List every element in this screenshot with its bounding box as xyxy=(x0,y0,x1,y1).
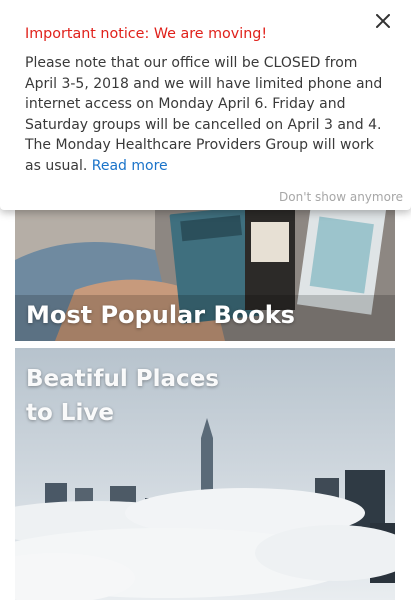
read-more-link[interactable]: Read more xyxy=(92,158,168,174)
notice-body-text: Please note that our office will be CLOS… xyxy=(25,55,383,174)
card-title-books: Most Popular Books xyxy=(26,301,295,329)
card-title-places: Beatiful Places to Live xyxy=(26,366,219,426)
card-beautiful-places[interactable]: Beatiful Places to Live xyxy=(15,348,395,600)
notice-title: Important notice: We are moving! xyxy=(25,26,268,42)
close-icon xyxy=(376,14,390,28)
notice-popup: Important notice: We are moving! Please … xyxy=(0,0,411,210)
dont-show-anymore-link[interactable]: Don't show anymore xyxy=(279,190,403,204)
close-button[interactable] xyxy=(373,11,393,31)
notice-body: Please note that our office will be CLOS… xyxy=(25,53,387,176)
